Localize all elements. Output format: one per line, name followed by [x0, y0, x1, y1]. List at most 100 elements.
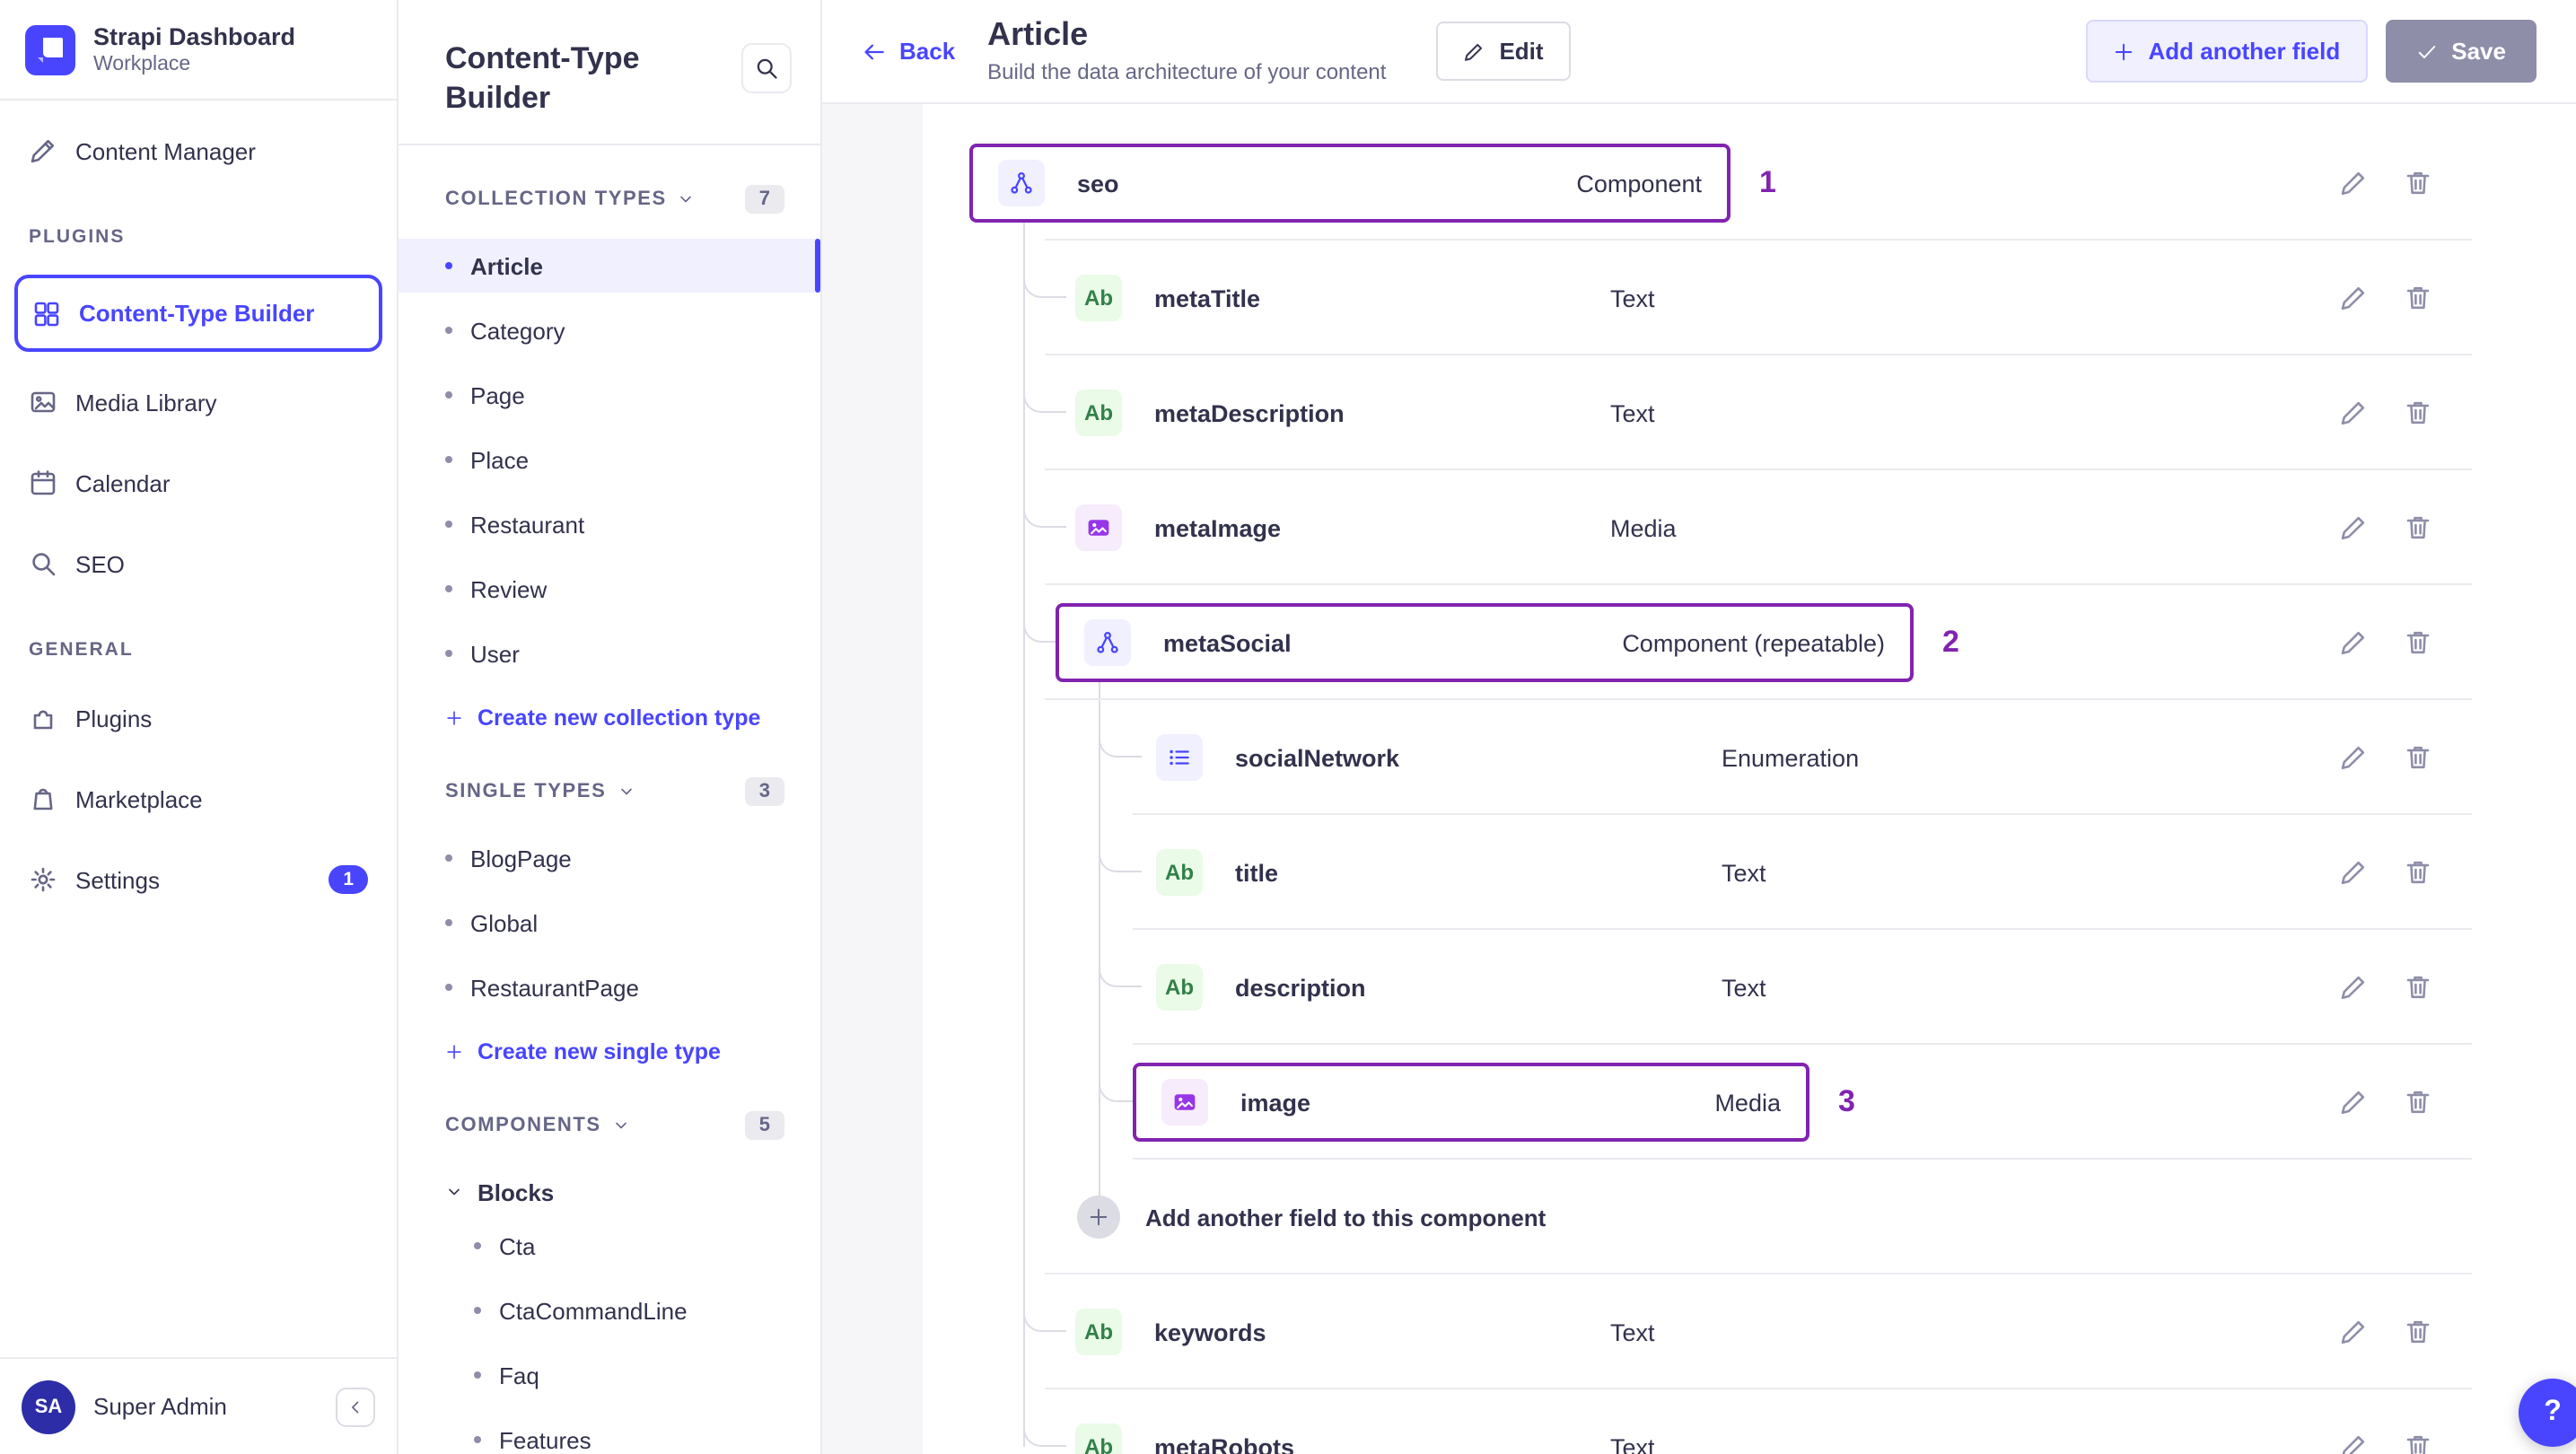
sidebar-item-content-manager[interactable]: Content Manager: [14, 120, 382, 181]
plugins-section-label: PLUGINS: [29, 226, 126, 249]
subnav-item-article[interactable]: Article: [399, 239, 820, 293]
delete-field-button[interactable]: [2404, 399, 2432, 427]
subnav-item-restaurant[interactable]: Restaurant: [445, 497, 784, 551]
subnav-item-category[interactable]: Category: [445, 303, 784, 357]
field-row-description[interactable]: Ab description Text: [822, 930, 2576, 1045]
edit-field-button[interactable]: [2339, 628, 2368, 657]
edit-field-button[interactable]: [2339, 1318, 2368, 1346]
delete-field-button[interactable]: [2404, 628, 2432, 657]
edit-field-button[interactable]: [2339, 284, 2368, 312]
edit-field-button[interactable]: [2339, 1088, 2368, 1117]
add-field-label[interactable]: Add another field to this component: [1145, 1204, 1546, 1231]
divider: [0, 99, 397, 101]
subnav-item-cta[interactable]: Cta: [474, 1219, 784, 1273]
subnav-item-ctacommandline[interactable]: CtaCommandLine: [474, 1283, 784, 1337]
bullet-icon: [445, 262, 452, 270]
picture-icon: [29, 388, 57, 416]
delete-field-button[interactable]: [2404, 284, 2432, 312]
main-sidebar: Strapi Dashboard Workplace Content Manag…: [0, 0, 399, 1454]
sidebar-item-plugins[interactable]: Plugins: [14, 688, 382, 749]
save-button[interactable]: Save: [2385, 20, 2537, 83]
add-field-button[interactable]: [1077, 1196, 1120, 1239]
back-link[interactable]: Back: [862, 38, 955, 65]
collection-types-header[interactable]: COLLECTION TYPES 7: [445, 185, 784, 215]
field-name: metaDescription: [1154, 399, 1345, 426]
bullet-icon: [445, 327, 452, 335]
sidebar-item-label: Content Manager: [75, 137, 256, 165]
field-row-socialNetwork[interactable]: socialNetwork Enumeration: [822, 700, 2576, 815]
field-row-metaRobots[interactable]: Ab metaRobots Text: [822, 1389, 2576, 1454]
sidebar-item-label: Content-Type Builder: [79, 300, 315, 328]
sidebar-item-content-type-builder[interactable]: Content-Type Builder: [14, 275, 382, 353]
field-name: metaTitle: [1154, 285, 1261, 311]
field-row-metaDescription[interactable]: Ab metaDescription Text: [822, 355, 2576, 470]
field-row-keywords[interactable]: Ab keywords Text: [822, 1274, 2576, 1389]
sidebar-item-media-library[interactable]: Media Library: [14, 372, 382, 433]
pen-icon: [29, 136, 57, 165]
field-row-metaTitle[interactable]: Ab metaTitle Text: [822, 241, 2576, 355]
workspace-switcher[interactable]: Strapi Dashboard Workplace: [0, 0, 397, 99]
sidebar-item-settings[interactable]: Settings 1: [14, 849, 382, 910]
component-group-blocks[interactable]: Blocks: [445, 1165, 784, 1219]
field-name: seo: [1077, 170, 1119, 197]
settings-notification-badge: 1: [329, 865, 368, 895]
text-field-icon: Ab: [1075, 390, 1122, 436]
collapse-sidebar-button[interactable]: [336, 1387, 375, 1426]
plus-icon: [1090, 1208, 1108, 1226]
subnav-item-global[interactable]: Global: [445, 896, 784, 950]
edit-field-button[interactable]: [2339, 169, 2368, 197]
sidebar-item-label: Plugins: [75, 705, 153, 732]
components-header[interactable]: COMPONENTS 5: [445, 1111, 784, 1141]
bullet-icon: [474, 1242, 481, 1250]
text-field-icon: Ab: [1156, 849, 1203, 896]
field-row-metaImage[interactable]: metaImage Media: [822, 470, 2576, 585]
bullet-icon: [474, 1371, 481, 1380]
delete-field-button[interactable]: [2404, 169, 2432, 197]
field-name: metaSocial: [1163, 629, 1292, 656]
search-button[interactable]: [741, 43, 792, 93]
subnav-item-faq[interactable]: Faq: [474, 1348, 784, 1402]
field-row-image[interactable]: image Media 3: [822, 1045, 2576, 1160]
bullet-icon: [445, 521, 452, 529]
field-row-seo[interactable]: seo Component 1: [822, 126, 2576, 241]
delete-field-button[interactable]: [2404, 1088, 2432, 1117]
edit-field-button[interactable]: [2339, 1432, 2368, 1454]
subnav-item-blogpage[interactable]: BlogPage: [445, 831, 784, 885]
edit-field-button[interactable]: [2339, 399, 2368, 427]
chevron-down-icon: [612, 1117, 630, 1134]
field-row-metaSocial[interactable]: metaSocial Component (repeatable) 2: [822, 585, 2576, 700]
edit-field-button[interactable]: [2339, 743, 2368, 772]
sidebar-item-seo[interactable]: SEO: [14, 533, 382, 594]
delete-field-button[interactable]: [2404, 743, 2432, 772]
delete-field-button[interactable]: [2404, 858, 2432, 887]
field-type: Text: [1610, 285, 1655, 311]
check-icon: [2418, 45, 2435, 57]
subnav-item-page[interactable]: Page: [445, 368, 784, 422]
gear-icon: [29, 865, 57, 894]
create-collection-type-link[interactable]: Create new collection type: [445, 691, 784, 745]
fields-list: seo Component 1 Ab metaTitle Text Ab met…: [822, 104, 2576, 1454]
chevron-down-icon: [617, 783, 635, 801]
edit-field-button[interactable]: [2339, 858, 2368, 887]
create-single-type-link[interactable]: Create new single type: [445, 1025, 784, 1079]
components-count: 5: [744, 1111, 784, 1141]
subnav-item-place[interactable]: Place: [445, 433, 784, 486]
subnav-item-review[interactable]: Review: [445, 562, 784, 616]
avatar[interactable]: SA: [22, 1380, 75, 1433]
tree-connector: [1023, 1307, 1066, 1332]
delete-field-button[interactable]: [2404, 1432, 2432, 1454]
subnav-item-restaurantpage[interactable]: RestaurantPage: [445, 960, 784, 1014]
sidebar-item-marketplace[interactable]: Marketplace: [14, 768, 382, 829]
single-types-header[interactable]: SINGLE TYPES 3: [445, 777, 784, 807]
field-row-title[interactable]: Ab title Text: [822, 815, 2576, 930]
delete-field-button[interactable]: [2404, 973, 2432, 1002]
subnav-item-features[interactable]: Features: [474, 1413, 784, 1454]
delete-field-button[interactable]: [2404, 1318, 2432, 1346]
subnav-item-user[interactable]: User: [445, 626, 784, 680]
edit-button[interactable]: Edit: [1436, 22, 1571, 81]
sidebar-item-calendar[interactable]: Calendar: [14, 452, 382, 513]
edit-field-button[interactable]: [2339, 973, 2368, 1002]
add-another-field-button[interactable]: Add another field: [2085, 20, 2368, 83]
edit-field-button[interactable]: [2339, 513, 2368, 542]
delete-field-button[interactable]: [2404, 513, 2432, 542]
